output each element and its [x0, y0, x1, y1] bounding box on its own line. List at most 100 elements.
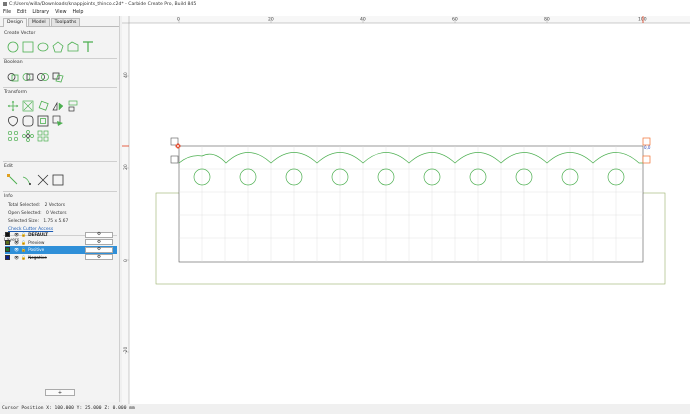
ruler-label-x: 20	[268, 17, 274, 23]
node-edit-icon[interactable]	[7, 174, 19, 186]
info-total-selected-label: Total Selected:	[8, 203, 41, 208]
layer-color-swatch[interactable]	[5, 239, 10, 245]
nest-icon[interactable]	[52, 115, 64, 127]
add-layer-button[interactable]: +	[45, 389, 75, 396]
curve-tool-icon[interactable]	[67, 41, 79, 53]
eye-icon[interactable]: 👁	[14, 247, 19, 252]
info-total-selected-value: 2 Vectors	[44, 203, 66, 208]
section-transform: Transform	[4, 90, 27, 95]
transform-tools-row-3	[7, 130, 52, 142]
lock-icon[interactable]: 🔓	[21, 232, 26, 237]
divider	[3, 161, 117, 162]
layer-color-swatch[interactable]	[5, 247, 10, 253]
layer-row-positive[interactable]: 👁 🔓 Positive ⚙	[5, 246, 117, 254]
title-bar: C:/Users/willa/Downloads/knappjoints_thi…	[0, 0, 690, 8]
eye-hidden-icon[interactable]: 👁	[14, 255, 19, 260]
align-icon[interactable]	[67, 100, 79, 112]
info-open-selected: Open Selected: 0 Vectors	[8, 211, 67, 216]
menu-file[interactable]: File	[3, 10, 11, 15]
layer-settings-button[interactable]: ⚙	[85, 254, 113, 261]
menu-library[interactable]: Library	[32, 10, 49, 15]
polygon-tool-icon[interactable]	[52, 41, 64, 53]
design-canvas[interactable]: 0 20 40 60 80 100 40 20 0 -20 0,0	[122, 16, 690, 404]
tab-model[interactable]: Model	[27, 18, 50, 26]
circle-tool-icon[interactable]	[7, 41, 19, 53]
layer-settings-button[interactable]: ⚙	[85, 246, 113, 253]
menu-edit[interactable]: Edit	[17, 10, 26, 15]
scale-icon[interactable]	[22, 100, 34, 112]
eye-icon[interactable]: 👁	[14, 232, 19, 237]
layer-settings-button[interactable]: ⚙	[85, 231, 113, 238]
tab-toolpaths[interactable]: Toolpaths	[50, 18, 81, 26]
text-tool-icon[interactable]	[82, 41, 94, 53]
ruler-label-x: 0	[177, 17, 180, 23]
ruler-label-x: 60	[452, 17, 458, 23]
subtract-icon[interactable]	[22, 71, 34, 83]
union-icon[interactable]	[7, 71, 19, 83]
layers-list: 👁 🔓 DEFAULT ⚙ 👁 🔓 Preview ⚙ 👁 🔓 Positive…	[5, 231, 117, 261]
select-all-icon[interactable]	[52, 174, 64, 186]
selection-handle[interactable]	[642, 137, 651, 146]
layer-color-swatch[interactable]	[5, 254, 10, 260]
app-icon	[3, 2, 7, 6]
create-vector-tools	[7, 41, 97, 53]
rotation-handle-icon[interactable]	[175, 143, 181, 149]
layer-color-swatch[interactable]	[5, 232, 10, 238]
window-title: C:/Users/willa/Downloads/knappjoints_thi…	[9, 1, 197, 7]
gear-icon: ⚙	[96, 232, 102, 238]
layer-name: Positive	[28, 247, 45, 253]
fillet-icon[interactable]	[22, 115, 34, 127]
grid-array-icon[interactable]	[22, 130, 34, 142]
section-boolean: Boolean	[4, 60, 23, 65]
weld-icon[interactable]	[52, 71, 64, 83]
selection-handle[interactable]	[642, 155, 651, 164]
intersect-icon[interactable]	[37, 71, 49, 83]
layer-name: Preview	[28, 239, 45, 245]
path-array-icon[interactable]	[37, 130, 49, 142]
lock-icon[interactable]: 🔓	[21, 247, 26, 252]
layer-settings-button[interactable]: ⚙	[85, 239, 113, 246]
info-open-selected-label: Open Selected:	[8, 211, 42, 216]
rectangle-tool-icon[interactable]	[22, 41, 34, 53]
gear-icon: ⚙	[96, 247, 102, 253]
eye-icon[interactable]: 👁	[14, 240, 19, 245]
left-panel: Design Model Toolpaths Create Vector Boo…	[0, 16, 120, 402]
layer-row-preview[interactable]: 👁 🔓 Preview ⚙	[5, 239, 117, 247]
boolean-tools	[7, 71, 67, 83]
layer-name: Negative	[28, 254, 47, 260]
layer-row-negative[interactable]: 👁 🔓 Negative ⚙	[5, 254, 117, 262]
inset-icon[interactable]	[37, 115, 49, 127]
section-info: Info	[4, 194, 13, 199]
transform-tools-row-1	[7, 100, 82, 112]
tab-design[interactable]: Design	[3, 18, 27, 27]
ruler-label-y: -20	[123, 347, 129, 354]
selection-handle[interactable]	[170, 155, 179, 164]
origin-label: 0,0	[644, 145, 651, 150]
offset-icon[interactable]	[7, 115, 19, 127]
rotate-icon[interactable]	[37, 100, 49, 112]
panel-tabs: Design Model Toolpaths	[0, 18, 119, 27]
layer-row-default[interactable]: 👁 🔓 DEFAULT ⚙	[5, 231, 117, 239]
status-bar: Cursor Position X: 100.000 Y: 25.000 Z: …	[0, 404, 690, 414]
trim-icon[interactable]	[37, 174, 49, 186]
join-icon[interactable]	[22, 174, 34, 186]
circular-array-icon[interactable]	[7, 130, 19, 142]
lock-icon[interactable]: 🔓	[21, 255, 26, 260]
workpiece-grid	[178, 145, 644, 263]
info-open-selected-value: 0 Vectors	[46, 211, 67, 216]
ellipse-tool-icon[interactable]	[37, 41, 49, 53]
edit-tools	[7, 174, 67, 186]
canvas-svg[interactable]: 0 20 40 60 80 100 40 20 0 -20 0,0	[122, 16, 690, 404]
info-selected-size: Selected Size: 1.75 x 5.67	[8, 219, 68, 224]
divider	[3, 87, 117, 88]
divider	[3, 191, 117, 192]
menu-view[interactable]: View	[55, 10, 66, 15]
top-ruler	[122, 16, 690, 23]
section-edit: Edit	[4, 164, 13, 169]
menu-help[interactable]: Help	[73, 10, 84, 15]
gear-icon: ⚙	[96, 254, 102, 260]
move-icon[interactable]	[7, 100, 19, 112]
layer-name: DEFAULT	[28, 232, 49, 238]
mirror-icon[interactable]	[52, 100, 64, 112]
lock-icon[interactable]: 🔓	[21, 240, 26, 245]
